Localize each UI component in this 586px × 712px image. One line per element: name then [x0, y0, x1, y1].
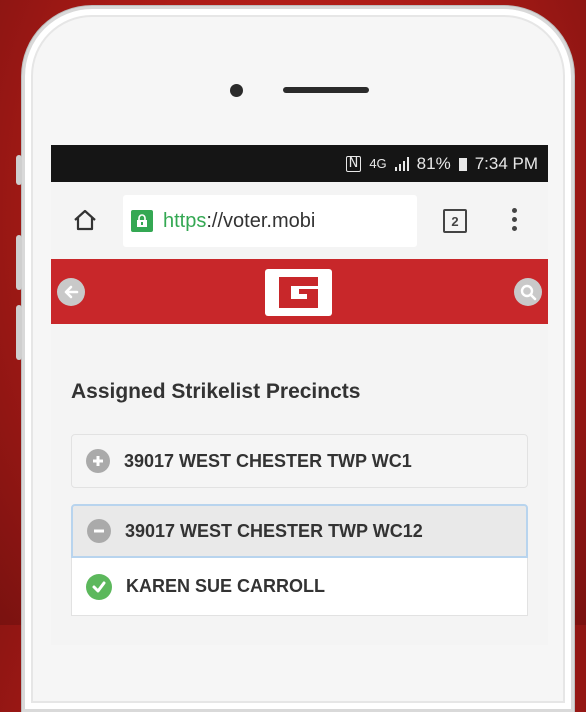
tab-count: 2 — [451, 213, 459, 229]
volume-up-button — [16, 235, 22, 290]
main-content: Assigned Strikelist Precincts 39017 WEST… — [51, 380, 548, 616]
battery-percent: 81% — [416, 153, 451, 173]
voter-name: KAREN SUE CARROLL — [126, 576, 326, 596]
battery-icon — [458, 158, 467, 171]
tabs-icon[interactable]: 2 — [443, 209, 467, 233]
clock: 7:34 PM — [474, 153, 538, 173]
lock-icon — [131, 210, 153, 232]
precinct-item[interactable]: 39017 WEST CHESTER TWP WC1 — [71, 434, 528, 488]
back-arrow-icon[interactable] — [57, 278, 85, 306]
minus-circle-icon — [87, 519, 111, 543]
earpiece-speaker — [283, 87, 369, 93]
status-bar: N 4G 81% 7:34 PM — [51, 145, 548, 182]
volume-down-button — [16, 305, 22, 360]
url-text: https://voter.mobi — [163, 210, 315, 233]
precinct-label: 39017 WEST CHESTER TWP WC1 — [124, 450, 412, 471]
nfc-icon: N — [345, 155, 362, 172]
check-circle-icon — [86, 573, 112, 600]
plus-circle-icon — [86, 449, 110, 473]
home-icon[interactable] — [73, 209, 97, 231]
browser-toolbar: https://voter.mobi 2 — [51, 182, 548, 259]
precinct-label: 39017 WEST CHESTER TWP WC12 — [125, 520, 423, 541]
signal-icon — [394, 156, 409, 171]
more-vert-icon[interactable] — [512, 208, 518, 232]
front-camera — [230, 84, 243, 97]
mute-switch — [16, 155, 22, 185]
search-icon[interactable] — [514, 278, 542, 306]
network-type: 4G — [369, 156, 387, 171]
precinct-item-expanded[interactable]: 39017 WEST CHESTER TWP WC12 — [71, 504, 528, 558]
page-title: Assigned Strikelist Precincts — [71, 380, 361, 403]
app-header — [51, 259, 548, 324]
app-logo — [265, 269, 332, 316]
url-scheme: https — [163, 209, 207, 232]
voter-list-item[interactable]: KAREN SUE CARROLL — [71, 558, 528, 616]
url-field[interactable]: https://voter.mobi — [123, 195, 417, 247]
phone-screen: N 4G 81% 7:34 PM https://voter.mobi 2 As… — [51, 145, 548, 645]
url-host: ://voter.mobi — [206, 209, 316, 232]
